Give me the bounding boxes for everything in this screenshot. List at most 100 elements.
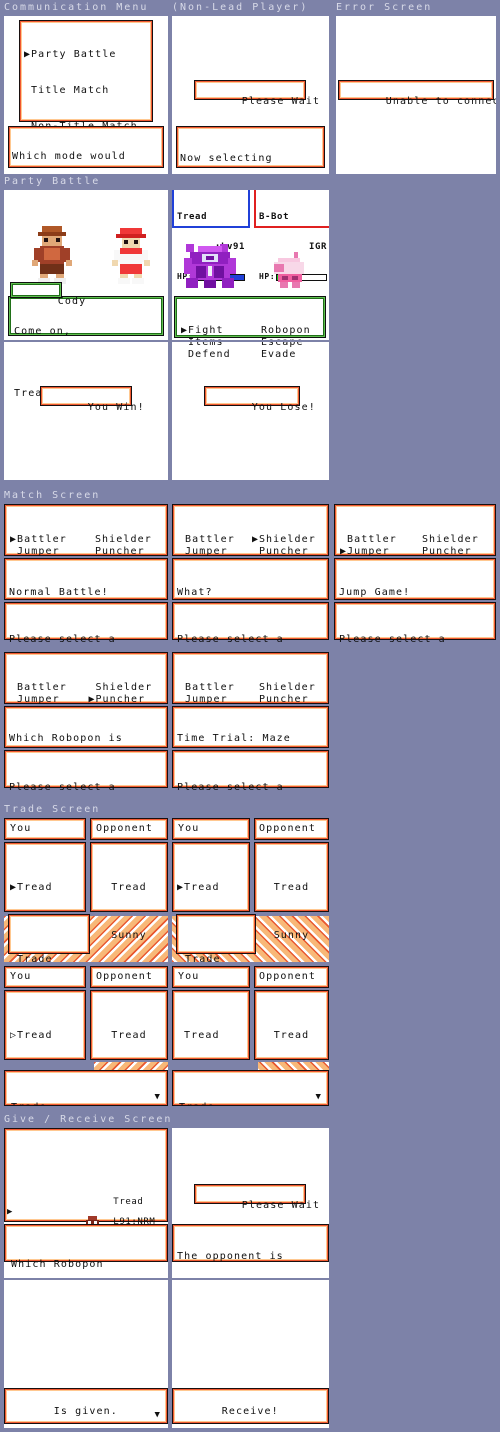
match-field-menu[interactable]: Battler Shielder ▶Jumper Puncher Speeder: [334, 504, 496, 569]
give-roster-list[interactable]: ▶ Tread L91:NRM: [4, 1128, 168, 1230]
sprite-trainer-cody: [32, 226, 72, 284]
field-option-shielder[interactable]: Shielder: [88, 682, 162, 694]
trade-header-opponent: Opponent: [90, 966, 168, 988]
field-option-shielder[interactable]: ▶Shielder: [252, 534, 323, 546]
trade-panel-2: You Opponent ▶Tread Sunny Dosbot Sunny T…: [172, 818, 329, 962]
cursor-icon: ▶: [251, 534, 260, 545]
section-title-trade-screen: Trade Screen: [4, 804, 101, 815]
panel-give-robopon: ▶ Tread L91:NRM Which Robopon: [4, 1128, 168, 1278]
give-prompt-line-1: Which Robopon: [11, 1259, 104, 1270]
trade-list-you[interactable]: ▶Tread Sunny Dosbot Sunny: [4, 842, 86, 941]
nonlead-line-1: Now selecting: [180, 153, 273, 164]
section-title-match-screen: Match Screen: [4, 490, 101, 501]
roster-hp: HP527/527: [167, 1197, 168, 1207]
player-name: Tread: [177, 212, 208, 222]
match-field-menu[interactable]: ▶Battler Shielder Jumper Puncher Speeder: [4, 504, 168, 569]
field-option-battler[interactable]: Battler: [178, 534, 242, 546]
match-desc-line-1: Normal Battle!: [9, 587, 109, 598]
trade-complete-line-1: Trade: [11, 1101, 161, 1106]
trade-you-item-0[interactable]: ▶Tread: [177, 880, 245, 896]
battle-command-fight[interactable]: ▶Fight: [181, 325, 239, 337]
cursor-icon: ▶: [181, 325, 189, 336]
trade-action-menu[interactable]: Trade Cancel: [176, 914, 256, 962]
trade-opp-item-1: Sunny: [273, 930, 310, 941]
field-option-puncher[interactable]: ▶Puncher: [88, 694, 162, 706]
menu-item-title-match[interactable]: Title Match: [24, 85, 148, 97]
trade-list-you[interactable]: ▶Tread Sunny Dosbot Sunny: [172, 842, 250, 941]
is-given-box: Is given. ▼: [4, 1388, 168, 1424]
sprite-trainer-rival: [112, 228, 150, 284]
sprite-player-robopon: [274, 252, 304, 288]
field-option-shielder[interactable]: Shielder: [422, 534, 490, 546]
field-option-puncher[interactable]: Puncher: [422, 546, 490, 558]
field-option-shielder[interactable]: Shielder: [252, 682, 323, 694]
match-cell-shielder: Battler ▶Shielder Jumper Puncher Speeder…: [172, 504, 329, 644]
trade-action-menu[interactable]: Trade Cancel: [8, 914, 90, 962]
field-option-battler[interactable]: Battler: [178, 682, 242, 694]
battle-command-menu[interactable]: ▶Fight Robopon Items Escape Defend Evade: [174, 296, 326, 360]
match-field-menu[interactable]: Battler ▶Shielder Jumper Puncher Speeder: [172, 504, 329, 569]
field-option-battler[interactable]: ▶Battler: [10, 534, 77, 546]
menu-item-party-battle[interactable]: ▶Party Battle: [24, 49, 148, 61]
advance-arrow-icon[interactable]: ▼: [315, 1093, 322, 1102]
trade-header-opponent: Opponent: [254, 818, 329, 840]
advance-arrow-icon[interactable]: ▼: [154, 1093, 161, 1102]
match-description-box: Which Robopon is the strongest?: [4, 706, 168, 777]
battle-command-evade[interactable]: Evade: [261, 349, 319, 361]
communication-mode-menu[interactable]: ▶Party Battle Title Match Non-Title Matc…: [19, 20, 153, 168]
field-option-jumper[interactable]: Jumper: [178, 546, 242, 558]
trade-you-item-0[interactable]: Tread: [177, 1028, 245, 1044]
panel-receive-done: Receive!: [172, 1280, 329, 1428]
battle-command-defend[interactable]: Defend: [181, 349, 239, 361]
field-option-puncher[interactable]: Puncher: [252, 694, 323, 706]
battle-command-items[interactable]: Items: [181, 337, 239, 349]
trade-action-trade[interactable]: Trade: [185, 952, 247, 962]
battle-command-escape[interactable]: Escape: [261, 337, 319, 349]
battle-command-robopon[interactable]: Robopon: [261, 325, 319, 337]
match-cell-speeder: Battler Shielder Jumper Puncher ▶Speeder…: [172, 652, 329, 792]
field-option-puncher[interactable]: Puncher: [95, 546, 162, 558]
result-lose-box: You Lose!: [204, 386, 315, 413]
match-description-box: Jump Game!: [334, 558, 496, 600]
trade-action-trade[interactable]: Trade: [17, 952, 81, 962]
match-desc-line-1: Time Trial: Maze: [177, 733, 291, 744]
field-option-jumper[interactable]: ▶Jumper: [340, 546, 408, 558]
section-title-non-lead-player: (Non-Lead Player): [172, 2, 309, 13]
field-option-battler[interactable]: Battler: [340, 534, 408, 546]
match-field-menu[interactable]: Battler Shielder Jumper Puncher ▶Speeder: [172, 652, 329, 717]
field-option-shielder[interactable]: Shielder: [95, 534, 162, 546]
match-field-menu[interactable]: Battler Shielder Jumper ▶Puncher Speeder: [4, 652, 168, 717]
trade-list-you[interactable]: Tread Sunny Dosbot ▷Sunny: [172, 990, 250, 1089]
field-option-jumper[interactable]: Jumper: [10, 546, 77, 558]
trade-list-opponent: Tread Sunny Dosbot Sunny: [254, 990, 329, 1089]
player-battle-hud: Tread :Lv91 HP: 527/527: [172, 190, 250, 312]
result-win-label: You Win!: [87, 402, 145, 413]
please-wait-box: Please Wait: [194, 80, 319, 107]
error-message-label: Unable to connect!: [385, 96, 496, 107]
dialogue-line-1: Come on,: [14, 326, 71, 337]
trade-list-you[interactable]: ▷Tread Sunny Dosbot Sunny: [4, 990, 86, 1089]
receive-wait-label: Please Wait: [241, 1200, 321, 1211]
field-option-jumper[interactable]: Jumper: [10, 694, 76, 706]
trade-header-you: You: [4, 966, 86, 988]
cursor-icon: ▶: [10, 534, 18, 545]
field-option-puncher[interactable]: Puncher: [252, 546, 323, 558]
field-option-jumper[interactable]: Jumper: [178, 694, 242, 706]
trade-complete-line-1: Trade: [179, 1101, 322, 1106]
panel-divider: [4, 340, 168, 342]
trade-you-item-0[interactable]: ▶Tread: [10, 880, 80, 896]
enemy-level: IGR: [308, 242, 327, 252]
trade-header-opponent: Opponent: [90, 818, 168, 840]
match-description-box: Normal Battle!: [4, 558, 168, 600]
match-desc-line-1: Which Robopon is: [9, 733, 123, 744]
advance-arrow-icon[interactable]: ▼: [154, 1411, 161, 1420]
field-option-battler[interactable]: Battler: [10, 682, 76, 694]
receive-done-box: Receive!: [172, 1388, 329, 1424]
receive-done-label: Receive!: [221, 1406, 279, 1417]
cursor-icon: ▶: [10, 882, 18, 893]
trade-panel-4: You Opponent Tread Sunny Dosbot ▷Sunny T…: [172, 966, 329, 1106]
give-prompt-box: Which Robopon will you give?: [4, 1224, 168, 1270]
trade-you-item-0[interactable]: ▷Tread: [10, 1028, 80, 1044]
trade-list-opponent: Tread Sunny Dosbot Sunny: [254, 842, 329, 941]
sprite-enemy-robopon: [184, 244, 236, 288]
